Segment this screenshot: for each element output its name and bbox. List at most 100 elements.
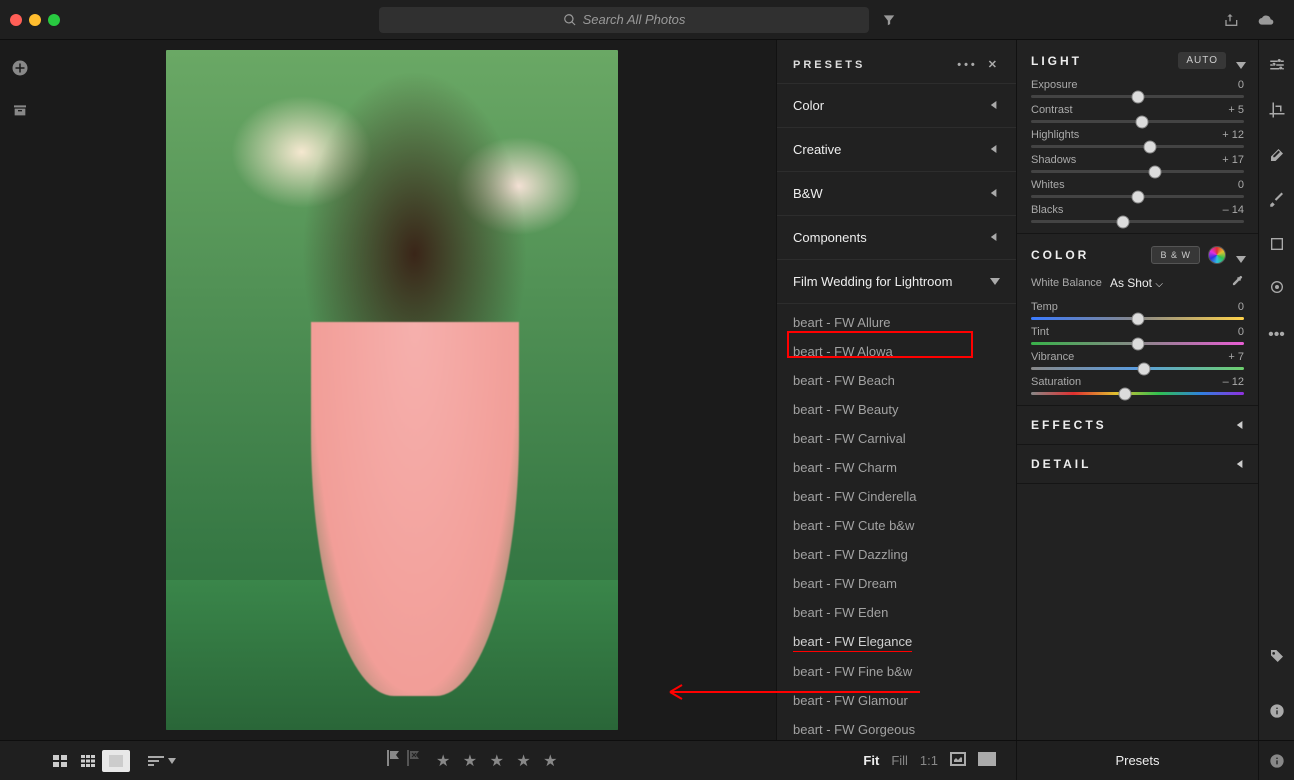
effects-section-header[interactable]: EFFECTS bbox=[1017, 406, 1258, 445]
color-mixer-button[interactable] bbox=[1208, 246, 1226, 264]
maximize-window-button[interactable] bbox=[48, 14, 60, 26]
slider-knob[interactable] bbox=[1148, 165, 1161, 178]
filter-button[interactable] bbox=[875, 7, 903, 33]
library-button[interactable] bbox=[10, 100, 30, 120]
slider-knob[interactable] bbox=[1131, 190, 1144, 203]
slider-value: – 14 bbox=[1223, 204, 1244, 216]
search-input[interactable]: Search All Photos bbox=[379, 7, 869, 33]
preset-category-b-w[interactable]: B&W bbox=[777, 172, 1016, 216]
color-collapse-button[interactable] bbox=[1236, 251, 1244, 259]
slider-track[interactable] bbox=[1031, 120, 1244, 123]
cloud-button[interactable] bbox=[1256, 12, 1276, 28]
share-button[interactable] bbox=[1222, 12, 1238, 28]
slider-label: Temp bbox=[1031, 301, 1058, 313]
slider-knob[interactable] bbox=[1137, 362, 1150, 375]
slider-track[interactable] bbox=[1031, 195, 1244, 198]
preset-category-label: Film Wedding for Lightroom bbox=[793, 274, 952, 289]
eyedropper-icon bbox=[1230, 274, 1244, 288]
slider-label: Contrast bbox=[1031, 104, 1073, 116]
flag-pick-button[interactable] bbox=[386, 750, 400, 771]
compare-button[interactable] bbox=[978, 752, 996, 769]
preset-item[interactable]: beart - FW Gorgeous bbox=[793, 715, 1016, 740]
slider-track[interactable] bbox=[1031, 342, 1244, 345]
edit-sliders-button[interactable] bbox=[1268, 56, 1286, 79]
triangle-down-icon bbox=[1236, 60, 1246, 70]
photo-preview[interactable] bbox=[166, 50, 618, 730]
wb-dropper-button[interactable] bbox=[1230, 274, 1244, 291]
slider-track[interactable] bbox=[1031, 317, 1244, 320]
slider-track[interactable] bbox=[1031, 145, 1244, 148]
sort-button[interactable] bbox=[148, 755, 176, 767]
preset-item[interactable]: beart - FW Beach bbox=[793, 366, 1016, 395]
sort-icon bbox=[148, 755, 164, 767]
detail-section-header[interactable]: DETAIL bbox=[1017, 445, 1258, 484]
slider-knob[interactable] bbox=[1116, 215, 1129, 228]
slider-label: Saturation bbox=[1031, 376, 1081, 388]
grid-small-button[interactable] bbox=[74, 750, 102, 772]
brush-button[interactable] bbox=[1268, 191, 1286, 214]
slider-knob[interactable] bbox=[1144, 140, 1157, 153]
linear-gradient-button[interactable] bbox=[1269, 236, 1285, 257]
preset-category-film-wedding-for-lightroom[interactable]: Film Wedding for Lightroom bbox=[777, 260, 1016, 304]
preset-category-components[interactable]: Components bbox=[777, 216, 1016, 260]
close-window-button[interactable] bbox=[10, 14, 22, 26]
slider-track[interactable] bbox=[1031, 367, 1244, 370]
preset-category-creative[interactable]: Creative bbox=[777, 128, 1016, 172]
add-button[interactable] bbox=[10, 58, 30, 78]
single-view-button[interactable] bbox=[102, 750, 130, 772]
slider-blacks: Blacks– 14 bbox=[1031, 204, 1244, 223]
rating-stars[interactable]: ★ ★ ★ ★ ★ bbox=[436, 751, 562, 771]
auto-button[interactable]: AUTO bbox=[1178, 52, 1226, 69]
preset-category-color[interactable]: Color bbox=[777, 83, 1016, 128]
crop-button[interactable] bbox=[1268, 101, 1286, 124]
slider-knob[interactable] bbox=[1118, 387, 1131, 400]
fit-button[interactable]: Fit bbox=[863, 753, 879, 768]
preset-item[interactable]: beart - FW Charm bbox=[793, 453, 1016, 482]
preset-item[interactable]: beart - FW Cute b&w bbox=[793, 511, 1016, 540]
minimize-window-button[interactable] bbox=[29, 14, 41, 26]
preset-item[interactable]: beart - FW Dazzling bbox=[793, 540, 1016, 569]
slider-knob[interactable] bbox=[1131, 312, 1144, 325]
flag-x-icon bbox=[406, 750, 420, 766]
preset-item[interactable]: beart - FW Glamour bbox=[793, 686, 1016, 715]
preset-item[interactable]: beart - FW Cinderella bbox=[793, 482, 1016, 511]
bw-button[interactable]: B & W bbox=[1151, 246, 1200, 264]
slider-track[interactable] bbox=[1031, 220, 1244, 223]
radial-gradient-button[interactable] bbox=[1269, 279, 1285, 300]
bottom-info-button[interactable] bbox=[1258, 741, 1294, 780]
slider-knob[interactable] bbox=[1131, 337, 1144, 350]
slider-knob[interactable] bbox=[1131, 90, 1144, 103]
more-tools-button[interactable]: ••• bbox=[1268, 326, 1285, 344]
info-icon bbox=[1269, 703, 1285, 719]
slider-track[interactable] bbox=[1031, 392, 1244, 395]
single-icon bbox=[109, 755, 123, 767]
slider-track[interactable] bbox=[1031, 95, 1244, 98]
info-button[interactable] bbox=[1269, 703, 1285, 724]
presets-close-button[interactable]: ✕ bbox=[988, 58, 1000, 71]
preset-item[interactable]: beart - FW Eden bbox=[793, 598, 1016, 627]
flag-reject-button[interactable] bbox=[406, 750, 420, 771]
slider-exposure: Exposure0 bbox=[1031, 79, 1244, 98]
preset-item[interactable]: beart - FW Allure bbox=[793, 308, 1016, 337]
preset-item[interactable]: beart - FW Elegance bbox=[793, 627, 912, 652]
view-mode-group bbox=[46, 750, 130, 772]
filmstrip-button[interactable] bbox=[950, 752, 966, 769]
light-collapse-button[interactable] bbox=[1236, 57, 1244, 65]
fill-button[interactable]: Fill bbox=[891, 753, 908, 768]
tag-button[interactable] bbox=[1269, 648, 1285, 669]
one-to-one-button[interactable]: 1:1 bbox=[920, 753, 938, 768]
wb-select[interactable]: As Shot ⌵ bbox=[1110, 276, 1163, 290]
preset-item[interactable]: beart - FW Beauty bbox=[793, 395, 1016, 424]
preset-item[interactable]: beart - FW Dream bbox=[793, 569, 1016, 598]
presets-more-button[interactable]: ••• bbox=[957, 59, 978, 71]
slider-knob[interactable] bbox=[1135, 115, 1148, 128]
chevron-down-icon bbox=[990, 274, 1000, 289]
preset-item[interactable]: beart - FW Fine b&w bbox=[793, 657, 1016, 686]
preset-item[interactable]: beart - FW Alowa bbox=[793, 337, 1016, 366]
heal-button[interactable] bbox=[1268, 146, 1286, 169]
preset-item[interactable]: beart - FW Carnival bbox=[793, 424, 1016, 453]
grid-large-button[interactable] bbox=[46, 750, 74, 772]
slider-track[interactable] bbox=[1031, 170, 1244, 173]
sliders-icon bbox=[1268, 56, 1286, 74]
presets-tab-button[interactable]: Presets bbox=[1016, 741, 1258, 780]
